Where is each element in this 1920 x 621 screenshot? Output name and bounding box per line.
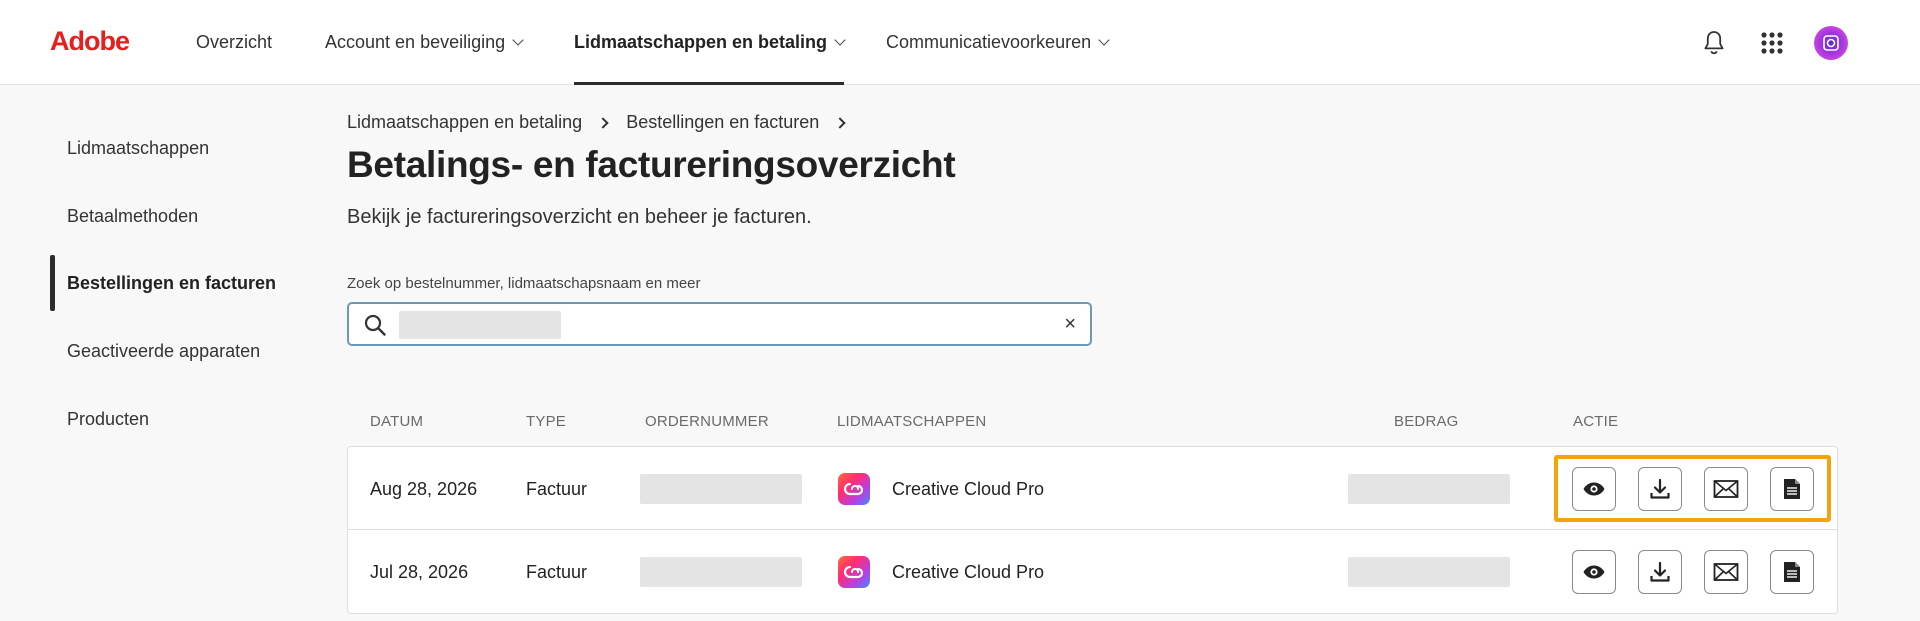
row-type: Factuur xyxy=(526,561,588,582)
sidebar-item-bestellingen-en-facturen[interactable]: Bestellingen en facturen xyxy=(67,273,276,294)
column-header-order: ORDERNUMMER xyxy=(645,413,769,430)
nav-overzicht[interactable]: Overzicht xyxy=(196,0,272,85)
column-header-amount: BEDRAG xyxy=(1394,413,1459,430)
mail-icon xyxy=(1713,563,1739,581)
nav-communicatievoorkeuren[interactable]: Communicatievoorkeuren xyxy=(886,0,1110,85)
nav-account-en-beveiliging[interactable]: Account en beveiliging xyxy=(325,0,524,85)
amount-redacted xyxy=(1348,557,1510,587)
download-button[interactable] xyxy=(1638,550,1682,594)
nav-label: Lidmaatschappen en betaling xyxy=(574,32,828,52)
sidebar-item-lidmaatschappen[interactable]: Lidmaatschappen xyxy=(67,138,209,159)
view-button[interactable] xyxy=(1572,550,1616,594)
row-date: Aug 28, 2026 xyxy=(370,478,478,499)
row-actions xyxy=(1572,550,1814,594)
sidebar-item-producten[interactable]: Producten xyxy=(67,409,149,430)
search-input[interactable]: × xyxy=(347,302,1092,346)
breadcrumb-item-lidmaatschappen-en-betaling[interactable]: Lidmaatschappen en betaling xyxy=(347,112,582,133)
page-title: Betalings- en factureringsoverzicht xyxy=(347,144,956,185)
order-number-redacted xyxy=(640,474,802,504)
breadcrumb: Lidmaatschappen en betaling Bestellingen… xyxy=(347,112,863,133)
column-header-action: ACTIE xyxy=(1573,413,1619,430)
document-icon xyxy=(1784,562,1800,582)
clear-icon[interactable]: × xyxy=(1064,313,1076,335)
column-header-membership: LIDMAATSCHAPPEN xyxy=(837,413,987,430)
sidebar-active-indicator xyxy=(50,255,55,311)
chevron-right-icon xyxy=(597,116,609,129)
top-icon-group xyxy=(1698,0,1848,85)
order-number-redacted xyxy=(640,557,802,587)
chevron-right-icon xyxy=(834,116,846,129)
actions-highlight-box xyxy=(1554,455,1831,522)
table-row: Jul 28, 2026 Factuur Creative Cloud Pro xyxy=(347,530,1838,614)
app-grid-icon[interactable] xyxy=(1756,27,1788,59)
top-navigation: Adobe Overzicht Account en beveiliging L… xyxy=(0,0,1920,85)
eye-icon xyxy=(1583,565,1605,579)
nav-label: Overzicht xyxy=(196,32,273,52)
chevron-down-icon xyxy=(834,34,846,46)
search-icon xyxy=(363,313,387,342)
bell-icon[interactable] xyxy=(1698,27,1730,59)
row-membership: Creative Cloud Pro xyxy=(892,561,1045,582)
column-header-type: TYPE xyxy=(526,413,566,430)
nav-label: Account en beveiliging xyxy=(325,32,506,52)
invoice-document-button[interactable] xyxy=(1770,550,1814,594)
chevron-down-icon xyxy=(1098,34,1110,46)
page-subtitle: Bekijk je factureringsoverzicht en behee… xyxy=(347,206,812,228)
row-date: Jul 28, 2026 xyxy=(370,561,469,582)
nav-lidmaatschappen-en-betaling[interactable]: Lidmaatschappen en betaling xyxy=(574,0,846,85)
sidebar-item-geactiveerde-apparaten[interactable]: Geactiveerde apparaten xyxy=(67,341,260,362)
breadcrumb-item-bestellingen-en-facturen[interactable]: Bestellingen en facturen xyxy=(626,112,819,133)
chevron-down-icon xyxy=(512,34,524,46)
download-icon xyxy=(1650,561,1670,582)
email-button[interactable] xyxy=(1704,550,1748,594)
column-header-date: DATUM xyxy=(370,413,424,430)
row-type: Factuur xyxy=(526,478,588,499)
row-membership: Creative Cloud Pro xyxy=(892,478,1045,499)
search-value-redacted xyxy=(399,311,561,339)
avatar[interactable] xyxy=(1814,25,1848,60)
sidebar-item-betaalmethoden[interactable]: Betaalmethoden xyxy=(67,206,198,227)
adobe-logo[interactable]: Adobe xyxy=(50,26,130,57)
creative-cloud-icon xyxy=(838,473,870,505)
search-label: Zoek op bestelnummer, lidmaatschapsnaam … xyxy=(347,275,701,292)
amount-redacted xyxy=(1348,474,1510,504)
creative-cloud-icon xyxy=(838,556,870,588)
nav-label: Communicatievoorkeuren xyxy=(886,32,1092,52)
